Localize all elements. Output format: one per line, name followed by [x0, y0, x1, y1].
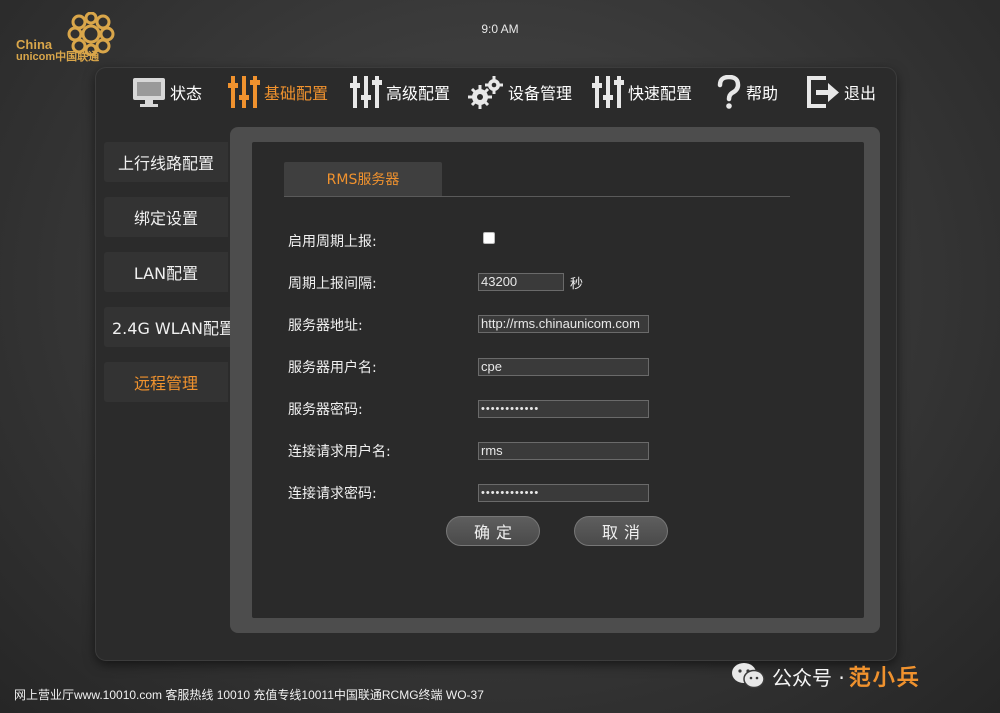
gears-icon — [468, 76, 503, 109]
nav-status[interactable]: 状态 — [132, 74, 202, 110]
form-panel: RMS服务器 启用周期上报: 周期上报间隔: 43200 秒 服务器地址: ht… — [252, 142, 864, 618]
sliders-icon — [228, 76, 260, 108]
tab-divider — [284, 196, 790, 197]
periodic-report-label: 启用周期上报: — [288, 234, 377, 250]
server-username-input[interactable]: cpe — [478, 358, 649, 376]
content-panel: RMS服务器 启用周期上报: 周期上报间隔: 43200 秒 服务器地址: ht… — [230, 127, 880, 633]
footer-info: 网上营业厅www.10010.com 客服热线 10010 充值专线10011中… — [14, 688, 484, 702]
watermark-text: 公众号 · — [772, 665, 845, 690]
server-url-input[interactable]: http://rms.chinaunicom.com — [478, 315, 649, 333]
wechat-icon — [732, 663, 765, 689]
nav-label: 退出 — [844, 84, 877, 103]
sidebar-item-remote-management[interactable]: 远程管理 — [104, 362, 228, 402]
nav-label: 帮助 — [746, 84, 779, 103]
nav-device-management[interactable]: 设备管理 — [468, 74, 572, 110]
conn-request-password-label: 连接请求密码: — [288, 486, 377, 502]
conn-request-password-input[interactable]: •••••••••••• — [478, 484, 649, 502]
tab-rms-server[interactable]: RMS服务器 — [284, 162, 442, 196]
nav-advanced-config[interactable]: 高级配置 — [350, 74, 450, 110]
top-navigation: 状态 基础配置 高级配置 设备管理 快速配置 帮助 退出 — [96, 68, 896, 116]
cancel-button[interactable]: 取消 — [574, 516, 668, 546]
report-interval-label: 周期上报间隔: — [288, 276, 377, 292]
server-username-label: 服务器用户名: — [288, 360, 377, 376]
server-url-label: 服务器地址: — [288, 318, 363, 334]
logo-text-china: China — [16, 37, 53, 52]
sidebar-item-uplink-config[interactable]: 上行线路配置 — [104, 142, 228, 182]
nav-basic-config[interactable]: 基础配置 — [228, 74, 328, 110]
confirm-button[interactable]: 确定 — [446, 516, 540, 546]
periodic-report-checkbox[interactable] — [483, 232, 495, 244]
sidebar-item-wlan-config[interactable]: 2.4G WLAN配置 — [104, 307, 235, 347]
nav-logout[interactable]: 退出 — [806, 74, 876, 110]
sliders-icon — [350, 76, 382, 108]
nav-label: 高级配置 — [386, 84, 451, 103]
question-icon — [717, 75, 741, 109]
nav-label: 基础配置 — [264, 84, 329, 103]
monitor-icon — [133, 78, 165, 107]
sidebar-item-binding-settings[interactable]: 绑定设置 — [104, 197, 228, 237]
nav-label: 状态 — [170, 84, 203, 103]
logo-text-unicom: unicom中国联通 — [16, 51, 100, 63]
sliders-icon — [592, 76, 624, 108]
watermark-author: 范小兵 — [848, 666, 921, 691]
sidebar-item-lan-config[interactable]: LAN配置 — [104, 252, 228, 292]
interval-unit: 秒 — [570, 277, 584, 292]
server-password-label: 服务器密码: — [288, 402, 363, 418]
server-password-input[interactable]: •••••••••••• — [478, 400, 649, 418]
main-window: 状态 基础配置 高级配置 设备管理 快速配置 帮助 退出 上行线路配置 绑定设置… — [96, 68, 896, 660]
exit-icon — [807, 76, 839, 108]
status-clock: 9:0 AM — [481, 22, 519, 36]
wechat-watermark: 公众号 · 范小兵 — [730, 660, 921, 692]
report-interval-input[interactable]: 43200 — [478, 273, 564, 291]
nav-label: 快速配置 — [628, 84, 693, 103]
conn-request-username-input[interactable]: rms — [478, 442, 649, 460]
china-unicom-logo: China unicom中国联通 — [14, 8, 115, 68]
nav-help[interactable]: 帮助 — [716, 74, 778, 110]
nav-label: 设备管理 — [508, 84, 573, 103]
nav-quick-config[interactable]: 快速配置 — [592, 74, 692, 110]
conn-request-username-label: 连接请求用户名: — [288, 444, 391, 460]
